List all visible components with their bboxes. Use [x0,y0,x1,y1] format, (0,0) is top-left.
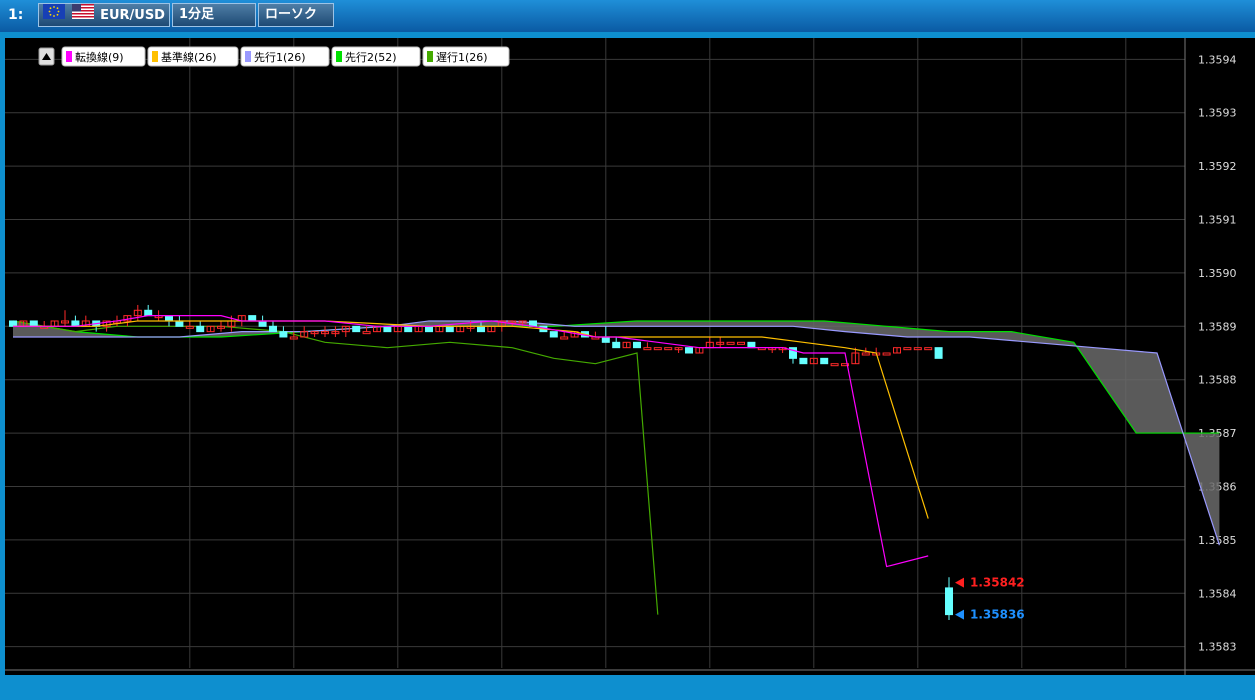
eu-flag-icon [43,4,65,27]
y-tick-label: 1.3584 [1198,587,1237,600]
y-tick-label: 1.3591 [1198,214,1237,227]
candle-body [165,315,173,322]
legend-swatch [245,51,251,62]
candle-body [820,357,829,365]
timeframe-label: 1分足 [179,7,215,22]
symbol-button[interactable]: EUR/USD [38,3,170,27]
y-tick-label: 1.3583 [1198,641,1237,654]
candle-body [747,341,756,349]
candle-body [633,341,641,349]
candle-body [612,341,621,349]
ask-price-label: 1.35836 [970,608,1025,622]
candle-body [144,309,153,317]
candle-body [175,320,184,327]
legend-swatch [66,51,72,62]
candle-body [685,347,693,354]
candle-body [799,357,808,365]
candle-body [477,325,485,333]
candle-body [29,320,38,327]
y-tick-label: 1.3593 [1198,107,1237,120]
candle-body [445,325,454,333]
legend-label: 先行2(52) [345,51,397,64]
candle-body [425,325,433,333]
legend-label: 遅行1(26) [436,51,488,64]
chart-type-button[interactable]: ローソク [258,3,334,27]
y-tick-label: 1.3588 [1198,374,1237,387]
plot-background [5,38,1255,675]
candle-body [383,325,392,333]
timeframe-button[interactable]: 1分足 [172,3,256,27]
chart-type-label: ローソク [265,7,318,22]
legend-swatch [152,51,158,62]
legend-label: 転換線(9) [75,50,124,64]
y-tick-label: 1.3594 [1198,53,1237,66]
symbol-label: EUR/USD [100,8,165,23]
y-tick-label: 1.3590 [1198,267,1237,280]
legend-label: 先行1(26) [254,51,306,64]
candle-body [269,325,277,333]
candle-body [601,336,610,343]
legend-swatch [427,51,433,62]
legend-label: 基準線(26) [161,50,217,64]
candle-body [945,587,953,616]
candle-body [279,331,288,338]
candle-body [934,347,943,359]
candle-body [248,315,257,322]
legend-swatch [336,51,342,62]
candle-body [404,325,413,333]
y-tick-label: 1.3592 [1198,160,1237,173]
candle-body [549,331,558,338]
candlestick-chart[interactable]: 1.3594 1.3593 1.3592 1.3591 1.3590 1.3589 1.35… [5,38,1255,696]
window-number: 1: [8,7,24,23]
candle-body [196,325,205,333]
candle-body [352,325,361,333]
chart-toolbar: 1: EUR/USD 1分足 ローソク [0,0,1255,32]
us-flag-icon [71,4,94,27]
y-tick-label: 1.3589 [1198,320,1237,333]
candle-body [9,320,17,327]
candle-body [258,320,267,327]
bid-price-label: 1.35842 [970,576,1025,590]
chart-canvas[interactable]: 1.3594 1.3593 1.3592 1.3591 1.3590 1.3589 1.35… [5,38,1255,696]
